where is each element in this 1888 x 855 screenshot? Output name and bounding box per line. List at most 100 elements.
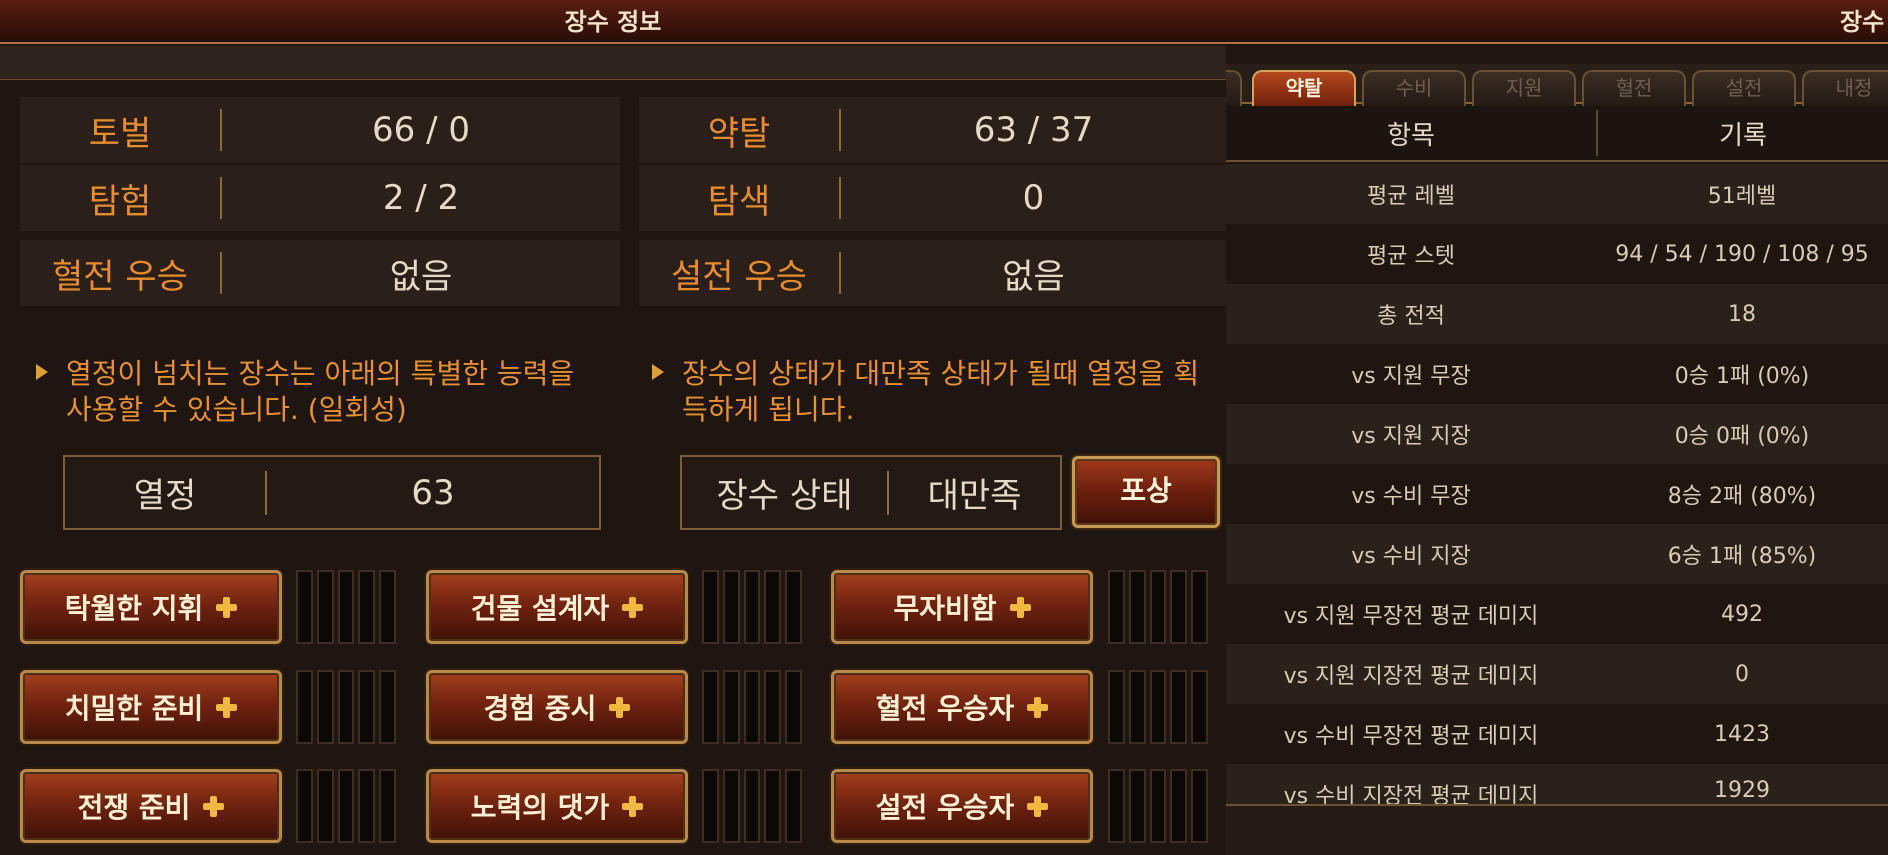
stat-row-search: 탐색 0 — [639, 165, 1226, 231]
skill-gauge — [1108, 570, 1208, 644]
passion-label: 열정 — [133, 476, 197, 516]
stat-row-expedition: 탐험 2 / 2 — [20, 165, 620, 231]
stat-value: 63 / 37 — [973, 110, 1094, 150]
stat-value: 0 — [1022, 178, 1045, 218]
skill-gauge — [702, 570, 802, 644]
stat-row-blood-battle-win: 혈전 우승 없음 — [20, 240, 620, 306]
skill-button[interactable]: 설전 우승자 — [831, 769, 1093, 843]
row-item: vs 수비 무장전 평균 데미지 — [1283, 724, 1539, 749]
stat-value: 66 / 0 — [372, 110, 470, 150]
tab-plunder[interactable]: 약탈 — [1252, 70, 1356, 106]
row-record: 492 — [1721, 601, 1763, 627]
stat-value: 없음 — [389, 256, 453, 297]
stat-row-subjugation: 토벌 66 / 0 — [20, 97, 620, 163]
plus-icon — [202, 795, 225, 817]
tab-support[interactable]: 지원 — [1472, 70, 1576, 106]
stat-label: 탐험 — [88, 181, 152, 222]
row-item: vs 지원 지장 — [1351, 424, 1471, 449]
table-row: 평균 스텟 94 / 54 / 190 / 108 / 95 — [1226, 224, 1888, 284]
tab-debate[interactable]: 설전 — [1692, 70, 1796, 106]
panel-title: 장수 정보 — [0, 0, 1226, 44]
skill-button[interactable]: 노력의 댓가 — [426, 769, 688, 843]
plus-icon — [215, 596, 238, 618]
general-info-panel: 장수 정보 토벌 66 / 0 탐험 2 / 2 혈전 우승 없음 약탈 63 … — [0, 0, 1226, 855]
row-record: 94 / 54 / 190 / 108 / 95 — [1615, 241, 1869, 267]
panel-title: 장수 — [1840, 8, 1885, 36]
table-row: vs 수비 무장전 평균 데미지 1423 — [1226, 704, 1888, 764]
skill-gauge — [1108, 769, 1208, 843]
skill-button[interactable]: 경험 중시 — [426, 670, 688, 744]
plus-icon — [215, 696, 238, 718]
table-row: vs 지원 지장전 평균 데미지 0 — [1226, 644, 1888, 704]
status-value: 대만족 — [927, 476, 1022, 516]
bottom-bar — [1226, 804, 1888, 855]
skill-button[interactable]: 무자비함 — [831, 570, 1093, 644]
skill-label: 설전 우승자 — [875, 791, 1015, 824]
row-item: 평균 스텟 — [1367, 244, 1455, 269]
status-note: 장수의 상태가 대만족 상태가 될때 열정을 획득하게 됩니다. — [652, 356, 1222, 428]
table-row: vs 지원 무장 0승 1패 (0%) — [1226, 344, 1888, 404]
stat-label: 설전 우승 — [671, 256, 807, 297]
skill-label: 혈전 우승자 — [875, 692, 1015, 725]
skill-label: 경험 중시 — [483, 692, 597, 725]
plus-icon — [1026, 795, 1049, 817]
table-row: vs 수비 무장 8승 2패 (80%) — [1226, 464, 1888, 524]
note-text: 열정이 넘치는 장수는 아래의 특별한 능력을 사용할 수 있습니다. (일회성… — [66, 357, 575, 426]
skill-button[interactable]: 치밀한 준비 — [20, 670, 282, 744]
tab-defense[interactable]: 수비 — [1362, 70, 1466, 106]
status-label: 장수 상태 — [716, 476, 853, 516]
sub-header-bar — [0, 46, 1226, 80]
row-item: vs 지원 지장전 평균 데미지 — [1283, 664, 1539, 689]
row-record: 6승 1패 (85%) — [1667, 544, 1817, 569]
row-record: 0승 0패 (0%) — [1674, 424, 1810, 449]
table-row: vs 수비 지장전 평균 데미지 1929 — [1226, 764, 1888, 804]
plus-icon — [621, 795, 644, 817]
row-record: 0 — [1735, 661, 1749, 687]
row-record: 51레벨 — [1707, 184, 1777, 209]
skill-button[interactable]: 건물 설계자 — [426, 570, 688, 644]
skill-gauge — [702, 769, 802, 843]
skill-button[interactable]: 탁월한 지휘 — [20, 570, 282, 644]
stat-value: 없음 — [1002, 256, 1065, 297]
row-item: vs 지원 무장 — [1351, 364, 1471, 389]
stat-row-plunder: 약탈 63 / 37 — [639, 97, 1226, 163]
passion-box: 열정 63 — [63, 455, 601, 530]
stat-row-debate-win: 설전 우승 없음 — [639, 240, 1226, 306]
table-row: 평균 레벨 51레벨 — [1226, 164, 1888, 224]
plus-icon — [1009, 596, 1031, 618]
plus-icon — [621, 596, 644, 618]
general-status-box: 장수 상태 대만족 — [680, 455, 1062, 530]
skill-label: 노력의 댓가 — [470, 791, 610, 824]
note-text: 장수의 상태가 대만족 상태가 될때 열정을 획득하게 됩니다. — [682, 357, 1200, 426]
stat-value: 2 / 2 — [382, 178, 460, 218]
row-item: vs 수비 지장 — [1351, 544, 1471, 569]
plus-icon — [1026, 696, 1049, 718]
arrow-icon — [652, 364, 664, 380]
tab-partial[interactable]: 토 — [1226, 70, 1242, 106]
table-row: vs 지원 지장 0승 0패 (0%) — [1226, 404, 1888, 464]
row-record: 1929 — [1714, 778, 1770, 803]
row-item: vs 수비 무장 — [1351, 484, 1471, 509]
skill-button[interactable]: 혈전 우승자 — [831, 670, 1093, 744]
skill-gauge — [1108, 670, 1208, 744]
skill-label: 건물 설계자 — [470, 592, 610, 625]
skill-label: 무자비함 — [893, 592, 997, 625]
panel-title-bar: 장수 — [1226, 0, 1888, 44]
reward-button[interactable]: 포상 — [1072, 456, 1220, 528]
plus-icon — [608, 696, 631, 718]
tab-blood-battle[interactable]: 혈전 — [1582, 70, 1686, 106]
skill-label: 탁월한 지휘 — [64, 592, 204, 625]
stat-label: 토벌 — [88, 113, 152, 154]
header-record: 기록 — [1719, 120, 1767, 151]
passion-value: 63 — [411, 472, 455, 513]
skill-gauge — [702, 670, 802, 744]
skill-gauge — [296, 769, 396, 843]
skill-label: 치밀한 준비 — [64, 692, 204, 725]
skill-button[interactable]: 전쟁 준비 — [20, 769, 282, 843]
row-record: 8승 2패 (80%) — [1667, 484, 1817, 509]
stat-label: 약탈 — [707, 113, 771, 154]
table-row: vs 지원 무장전 평균 데미지 492 — [1226, 584, 1888, 644]
row-item: 평균 레벨 — [1367, 184, 1455, 209]
tab-domestic[interactable]: 내정 — [1802, 70, 1888, 106]
row-item: vs 지원 무장전 평균 데미지 — [1283, 604, 1539, 629]
